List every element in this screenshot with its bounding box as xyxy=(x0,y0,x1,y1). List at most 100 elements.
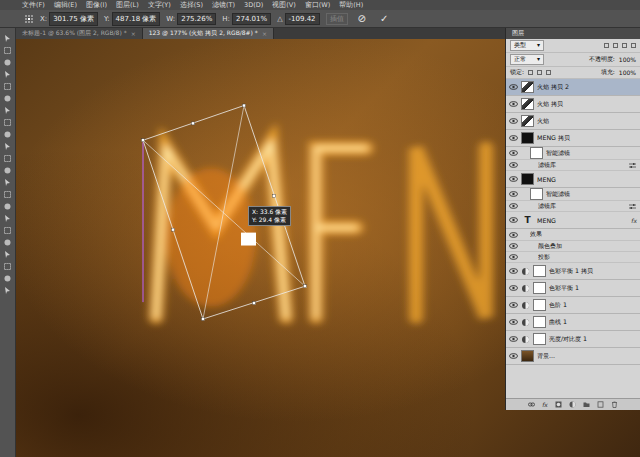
filter-select[interactable]: 类型▾ xyxy=(510,40,544,51)
tool-icon[interactable] xyxy=(3,94,12,103)
transform-tooltip: X: 33.6 像素Y: 29.4 像素 xyxy=(248,206,291,226)
visibility-eye-icon[interactable] xyxy=(509,203,518,209)
adjustment-icon[interactable] xyxy=(569,401,576,408)
tool-icon[interactable] xyxy=(3,178,12,187)
transform-field[interactable]: X:301.75 像素 xyxy=(40,12,98,26)
layer-row[interactable]: 亮度/对比度 1 xyxy=(506,331,640,348)
tool-icon[interactable] xyxy=(3,70,12,79)
menu-item[interactable]: 视图(V) xyxy=(272,1,296,10)
visibility-eye-icon[interactable] xyxy=(509,135,518,141)
document-tab[interactable]: 未标题-1 @ 63.6% (图层 2, RGB/8) *× xyxy=(16,28,143,39)
menu-item[interactable]: 帮助(H) xyxy=(339,1,363,10)
transform-field[interactable]: W:275.26% xyxy=(166,13,216,25)
folder-icon[interactable] xyxy=(583,401,590,408)
trash-icon[interactable] xyxy=(611,401,618,408)
menu-item[interactable]: 图层(L) xyxy=(116,1,139,10)
transform-field[interactable]: H:274.01% xyxy=(222,13,271,25)
menu-item[interactable]: 3D(D) xyxy=(244,1,263,9)
tab-close-button[interactable]: × xyxy=(262,30,267,37)
tool-icon[interactable] xyxy=(3,190,12,199)
layer-sub-row[interactable]: 滤镜库 xyxy=(506,201,640,212)
layer-row[interactable]: 背景... xyxy=(506,348,640,365)
blend-mode-select[interactable]: 正常▾ xyxy=(510,54,544,65)
tool-icon[interactable] xyxy=(3,130,12,139)
document-tab[interactable]: 123 @ 177% (火焰 拷贝 2, RGB/8#) *× xyxy=(143,28,274,39)
layer-row[interactable]: 色彩平衡 1 拷贝 xyxy=(506,263,640,280)
tool-icon[interactable] xyxy=(3,58,12,67)
tab-close-button[interactable]: × xyxy=(131,30,136,37)
tool-icon[interactable] xyxy=(3,82,12,91)
tool-icon[interactable] xyxy=(3,274,12,283)
filter-options-icon[interactable] xyxy=(628,161,637,170)
mask-icon[interactable] xyxy=(555,401,562,408)
layer-sub-row[interactable]: 投影 xyxy=(506,252,640,263)
tool-icon[interactable] xyxy=(3,142,12,151)
add-style-button[interactable]: fx xyxy=(542,401,548,408)
layer-row[interactable]: 火焰 xyxy=(506,113,640,130)
visibility-eye-icon[interactable] xyxy=(509,254,518,260)
tool-icon[interactable] xyxy=(3,214,12,223)
layer-row[interactable]: 色彩平衡 1 xyxy=(506,280,640,297)
tool-icon[interactable] xyxy=(3,166,12,175)
visibility-eye-icon[interactable] xyxy=(509,101,518,107)
visibility-eye-icon[interactable] xyxy=(509,162,518,168)
visibility-eye-icon[interactable] xyxy=(509,319,518,325)
tool-icon[interactable] xyxy=(3,226,12,235)
layer-row[interactable]: 火焰 拷贝 xyxy=(506,96,640,113)
tool-icon[interactable] xyxy=(3,118,12,127)
tool-icon[interactable] xyxy=(3,46,12,55)
visibility-eye-icon[interactable] xyxy=(509,176,518,182)
tool-icon[interactable] xyxy=(3,34,12,43)
layer-row[interactable]: MENG 拷贝 xyxy=(506,130,640,147)
tool-icon[interactable] xyxy=(3,154,12,163)
visibility-eye-icon[interactable] xyxy=(509,84,518,90)
visibility-eye-icon[interactable] xyxy=(509,353,518,359)
tool-icon[interactable] xyxy=(3,238,12,247)
link-icon[interactable] xyxy=(528,401,535,408)
layer-sub-row[interactable]: 效果 xyxy=(506,229,640,241)
menu-item[interactable]: 选择(S) xyxy=(180,1,203,10)
visibility-eye-icon[interactable] xyxy=(509,285,518,291)
new-layer-icon[interactable] xyxy=(597,401,604,408)
visibility-eye-icon[interactable] xyxy=(509,191,518,197)
menu-item[interactable]: 窗口(W) xyxy=(305,1,331,10)
layer-sub-row[interactable]: 智能滤镜 xyxy=(506,147,640,160)
transform-field[interactable]: Y:487.18 像素 xyxy=(104,12,160,26)
layer-row[interactable]: 色阶 1 xyxy=(506,297,640,314)
visibility-eye-icon[interactable] xyxy=(509,302,518,308)
tool-icon[interactable] xyxy=(3,286,12,295)
interpolation-select[interactable]: 插值 xyxy=(326,13,348,25)
layer-row[interactable]: MENG xyxy=(506,171,640,188)
visibility-eye-icon[interactable] xyxy=(509,150,518,156)
layer-sub-row[interactable]: 颜色叠加 xyxy=(506,241,640,252)
visibility-eye-icon[interactable] xyxy=(509,336,518,342)
menu-item[interactable]: 图像(I) xyxy=(86,1,107,10)
commit-transform-button[interactable]: ✓ xyxy=(376,13,392,24)
layer-sub-row[interactable]: 智能滤镜 xyxy=(506,188,640,201)
visibility-eye-icon[interactable] xyxy=(509,243,518,249)
menu-item[interactable]: 编辑(E) xyxy=(54,1,77,10)
visibility-eye-icon[interactable] xyxy=(509,217,518,223)
layer-sub-row[interactable]: 滤镜库 xyxy=(506,160,640,171)
visibility-eye-icon[interactable] xyxy=(509,118,518,124)
tool-icon[interactable] xyxy=(3,250,12,259)
visibility-eye-icon[interactable] xyxy=(509,268,518,274)
menu-item[interactable]: 滤镜(T) xyxy=(212,1,235,10)
opacity-value[interactable]: 100% xyxy=(619,56,636,63)
tool-icon[interactable] xyxy=(3,262,12,271)
menu-item[interactable]: 文字(Y) xyxy=(148,1,171,10)
fill-value[interactable]: 100% xyxy=(619,69,636,76)
layer-row[interactable]: TMENGfx xyxy=(506,212,640,229)
tool-icon[interactable] xyxy=(3,106,12,115)
layer-thumbnail xyxy=(521,350,534,362)
menu-item[interactable]: 文件(F) xyxy=(22,1,45,10)
reference-point-icon[interactable] xyxy=(24,14,34,24)
visibility-eye-icon[interactable] xyxy=(509,232,518,238)
tool-icon[interactable] xyxy=(3,202,12,211)
layer-name: 色阶 1 xyxy=(549,301,637,310)
layer-row[interactable]: 曲线 1 xyxy=(506,314,640,331)
filter-options-icon[interactable] xyxy=(628,202,637,211)
layer-row[interactable]: 火焰 拷贝 2 xyxy=(506,79,640,96)
transform-field[interactable]: △-109.42 xyxy=(277,13,319,25)
cancel-transform-button[interactable]: ⊘ xyxy=(354,13,370,24)
